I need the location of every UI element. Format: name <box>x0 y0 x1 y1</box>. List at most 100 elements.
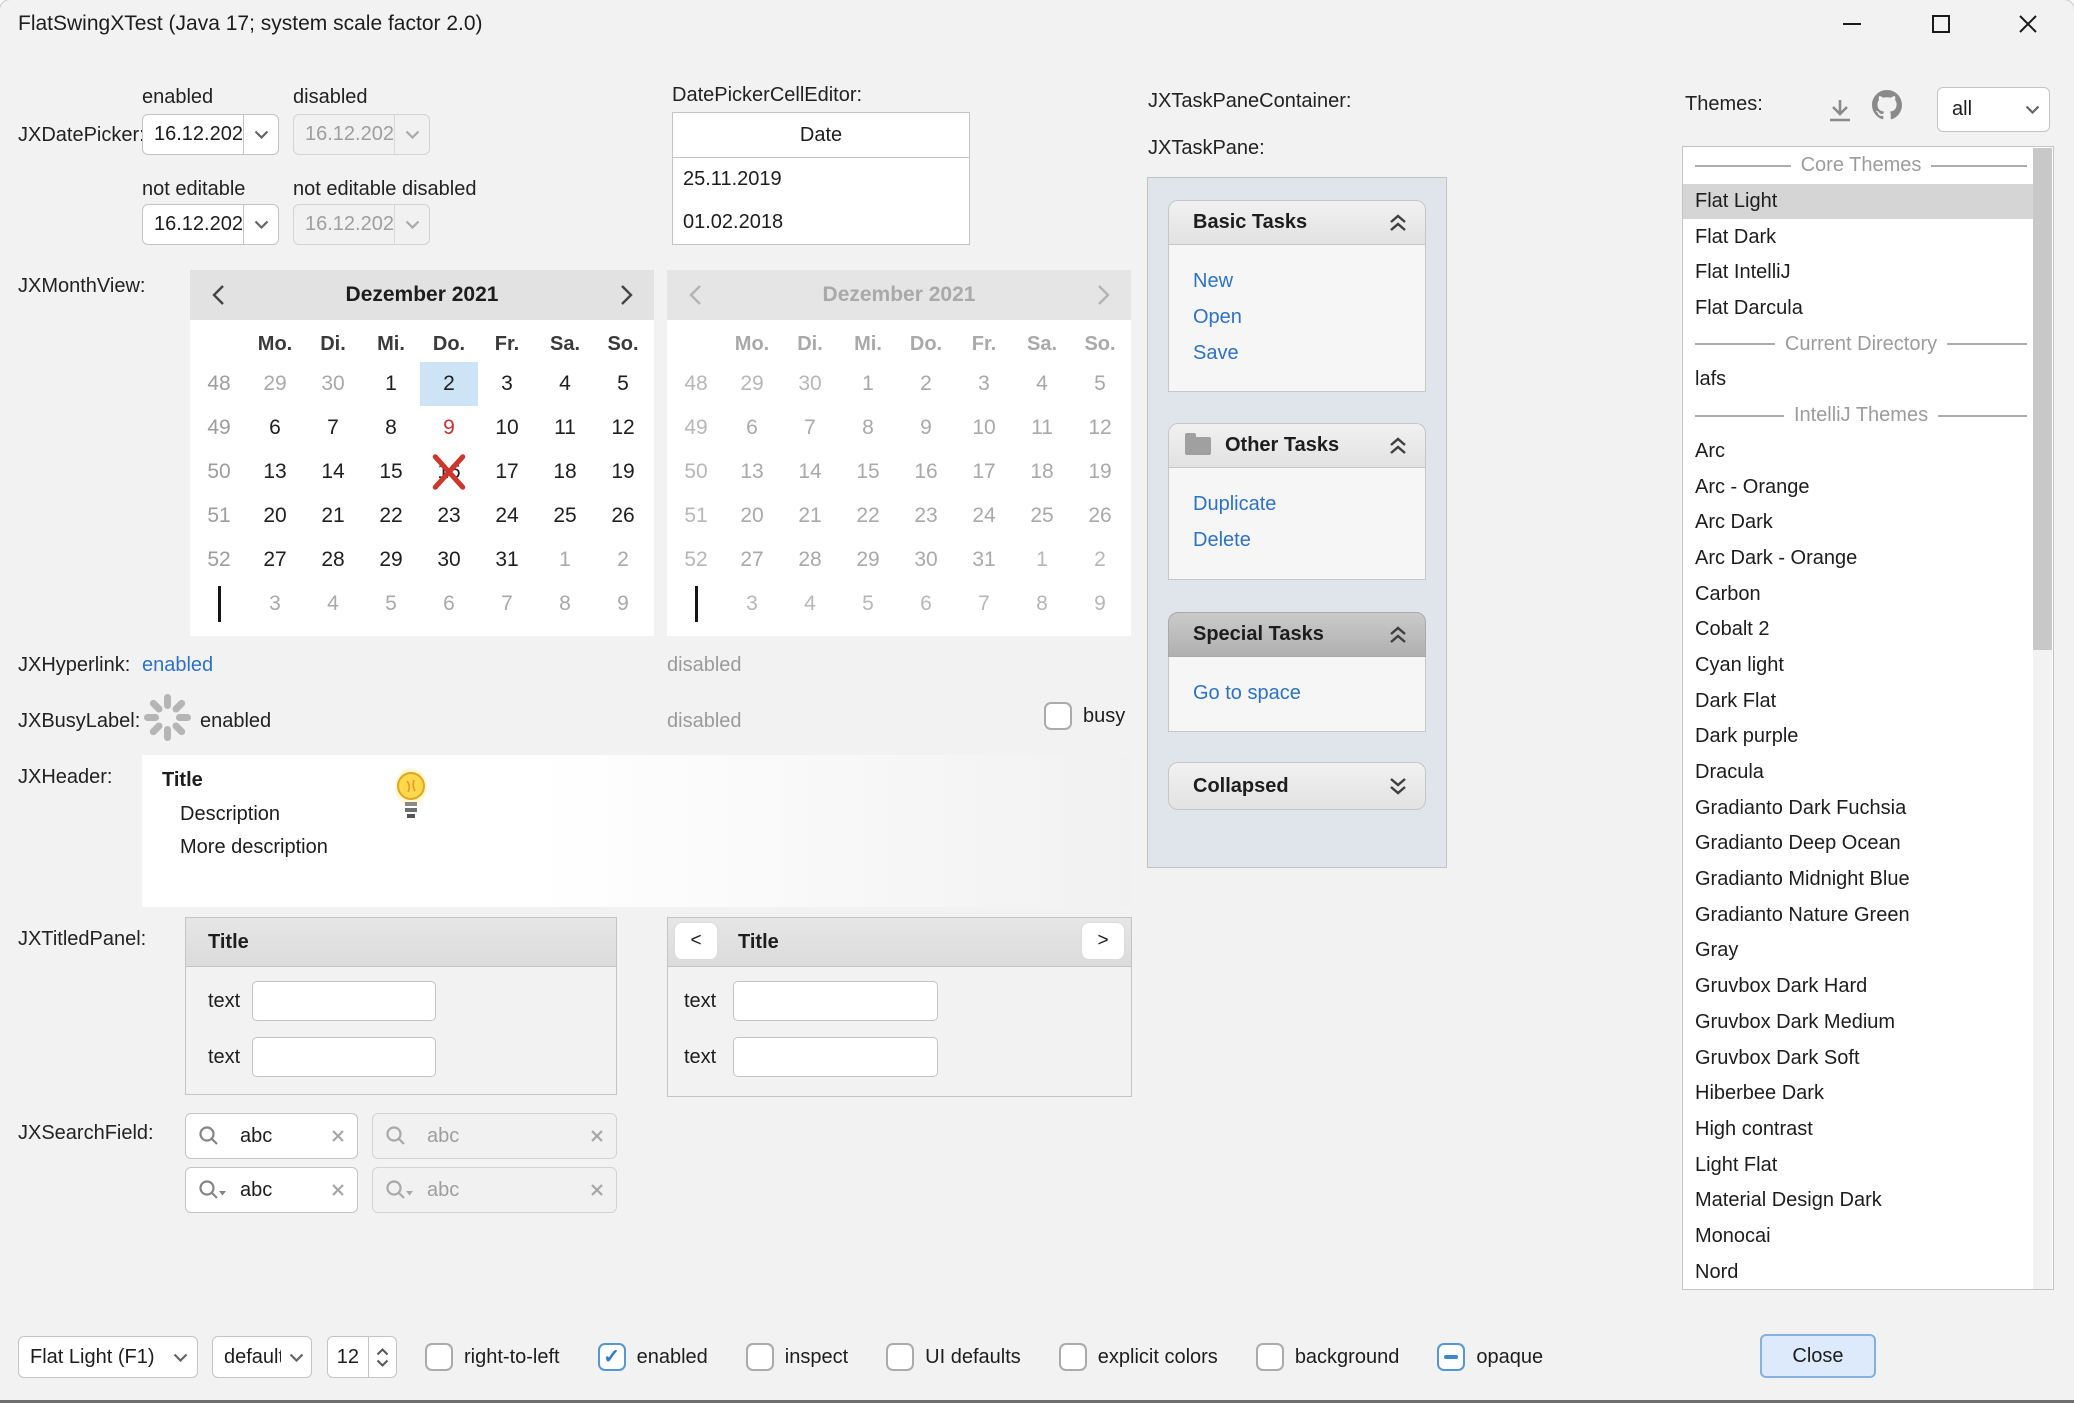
datepicker-dropdown-button[interactable] <box>243 205 278 244</box>
theme-list-item[interactable]: Cyan light <box>1683 648 2033 684</box>
calendar-day[interactable]: 9 <box>594 582 652 626</box>
scrollbar-thumb[interactable] <box>2033 148 2052 650</box>
calendar-day[interactable]: 16 <box>420 450 478 494</box>
datepicker-enabled[interactable]: 16.12.2021 <box>142 114 279 155</box>
task-link[interactable]: Save <box>1193 335 1425 371</box>
calendar-day[interactable]: 30 <box>420 538 478 582</box>
search-field-enabled[interactable]: abc <box>185 1113 358 1159</box>
theme-list-item[interactable]: Cobalt 2 <box>1683 612 2033 648</box>
search-field-menu-enabled[interactable]: abc <box>185 1167 358 1213</box>
theme-list-item[interactable]: Nord <box>1683 1254 2033 1290</box>
calendar-day[interactable]: 8 <box>362 406 420 450</box>
collapse-icon[interactable] <box>1387 435 1409 457</box>
calendar-day[interactable]: 5 <box>594 362 652 406</box>
checkbox[interactable] <box>886 1343 914 1371</box>
calendar-day[interactable]: 4 <box>536 362 594 406</box>
date-table-row[interactable]: 01.02.2018 <box>673 201 969 244</box>
calendar-day[interactable]: 14 <box>304 450 362 494</box>
theme-list-item-selected[interactable]: Flat Light <box>1683 184 2033 220</box>
download-icon[interactable] <box>1826 98 1854 124</box>
calendar-day[interactable]: 10 <box>478 406 536 450</box>
search-input[interactable]: abc <box>240 1179 319 1202</box>
calendar-day[interactable]: 29 <box>246 362 304 406</box>
theme-list-item[interactable]: Gradianto Nature Green <box>1683 897 2033 933</box>
clear-search-icon[interactable] <box>331 1183 345 1197</box>
spinner-up-icon[interactable] <box>376 1348 389 1356</box>
close-window-button[interactable] <box>1995 0 2061 48</box>
calendar-day[interactable]: 7 <box>304 406 362 450</box>
calendar-day[interactable]: 15 <box>362 450 420 494</box>
theme-list-item[interactable]: Gruvbox Dark Soft <box>1683 1040 2033 1076</box>
theme-list-item[interactable]: Gruvbox Dark Hard <box>1683 969 2033 1005</box>
task-link[interactable]: New <box>1193 263 1425 299</box>
theme-list-item[interactable]: Arc - Orange <box>1683 469 2033 505</box>
checkbox[interactable] <box>1256 1343 1284 1371</box>
busy-checkbox[interactable] <box>1044 702 1072 730</box>
taskpane-collapsed-header[interactable]: Collapsed <box>1168 762 1426 810</box>
calendar-day[interactable]: 24 <box>478 494 536 538</box>
calendar-day[interactable]: 13 <box>246 450 304 494</box>
calendar-day[interactable]: 12 <box>594 406 652 450</box>
calendar-day[interactable]: 6 <box>246 406 304 450</box>
calendar-day[interactable]: 3 <box>246 582 304 626</box>
datepicker-not-editable[interactable]: 16.12.2021 <box>142 204 279 245</box>
calendar-day[interactable]: 22 <box>362 494 420 538</box>
calendar-day[interactable]: 8 <box>536 582 594 626</box>
calendar-day[interactable]: 17 <box>478 450 536 494</box>
spinner-down-icon[interactable] <box>376 1359 389 1367</box>
theme-list-item[interactable]: Dracula <box>1683 755 2033 791</box>
collapse-icon[interactable] <box>1387 212 1409 234</box>
theme-list-item[interactable]: lafs <box>1683 362 2033 398</box>
calendar-day[interactable]: 1 <box>536 538 594 582</box>
theme-list-item[interactable]: Carbon <box>1683 576 2033 612</box>
font-combo[interactable]: default <box>212 1336 312 1378</box>
calendar-day[interactable]: 27 <box>246 538 304 582</box>
taskpane-basic-header[interactable]: Basic Tasks <box>1168 200 1426 245</box>
theme-list-item[interactable]: Gray <box>1683 933 2033 969</box>
theme-list-item[interactable]: Arc <box>1683 434 2033 470</box>
date-table-row[interactable]: 25.11.2019 <box>673 158 969 201</box>
theme-list-item[interactable]: Gradianto Midnight Blue <box>1683 862 2033 898</box>
theme-list-item[interactable]: Material Design Dark <box>1683 1183 2033 1219</box>
taskpane-other-header[interactable]: Other Tasks <box>1168 423 1426 468</box>
task-link[interactable]: Go to space <box>1193 675 1425 711</box>
theme-list-item[interactable]: Hiberbee Dark <box>1683 1076 2033 1112</box>
spinner-buttons[interactable] <box>368 1337 396 1377</box>
hyperlink-enabled[interactable]: enabled <box>142 654 213 677</box>
theme-list-item[interactable]: Monocai <box>1683 1219 2033 1255</box>
calendar-day[interactable]: 11 <box>536 406 594 450</box>
calendar-day[interactable]: 23 <box>420 494 478 538</box>
calendar-day[interactable]: 19 <box>594 450 652 494</box>
theme-list-item[interactable]: Dark Flat <box>1683 683 2033 719</box>
theme-list-item[interactable]: Arc Dark <box>1683 505 2033 541</box>
text-input[interactable] <box>733 1037 938 1077</box>
checkbox[interactable] <box>1437 1343 1465 1371</box>
themes-scrollbar[interactable] <box>2033 148 2052 1289</box>
minimize-button[interactable] <box>1819 0 1885 48</box>
calendar-day-selected[interactable]: 2 <box>420 362 478 406</box>
calendar-day[interactable]: 1 <box>362 362 420 406</box>
text-input[interactable] <box>252 1037 436 1077</box>
theme-list-item[interactable]: Light Flat <box>1683 1147 2033 1183</box>
calendar-day[interactable]: 31 <box>478 538 536 582</box>
calendar-day[interactable]: 29 <box>362 538 420 582</box>
calendar-day[interactable]: 21 <box>304 494 362 538</box>
theme-list-item[interactable]: Gradianto Deep Ocean <box>1683 826 2033 862</box>
task-link[interactable]: Duplicate <box>1193 486 1425 522</box>
calendar-day[interactable]: 6 <box>420 582 478 626</box>
next-month-button[interactable] <box>598 284 654 306</box>
calendar-day[interactable]: 9 <box>420 406 478 450</box>
theme-list-item[interactable]: High contrast <box>1683 1112 2033 1148</box>
collapse-icon[interactable] <box>1387 624 1409 646</box>
previous-month-button[interactable] <box>190 284 246 306</box>
checkbox[interactable] <box>746 1343 774 1371</box>
calendar-day[interactable]: 7 <box>478 582 536 626</box>
text-input[interactable] <box>252 981 436 1021</box>
datepicker-dropdown-button[interactable] <box>243 115 278 154</box>
theme-list-item[interactable]: Flat Dark <box>1683 219 2033 255</box>
github-icon[interactable] <box>1872 90 1902 120</box>
task-link[interactable]: Delete <box>1193 522 1425 558</box>
checkbox[interactable] <box>1059 1343 1087 1371</box>
calendar-day[interactable]: 20 <box>246 494 304 538</box>
calendar-day[interactable]: 18 <box>536 450 594 494</box>
